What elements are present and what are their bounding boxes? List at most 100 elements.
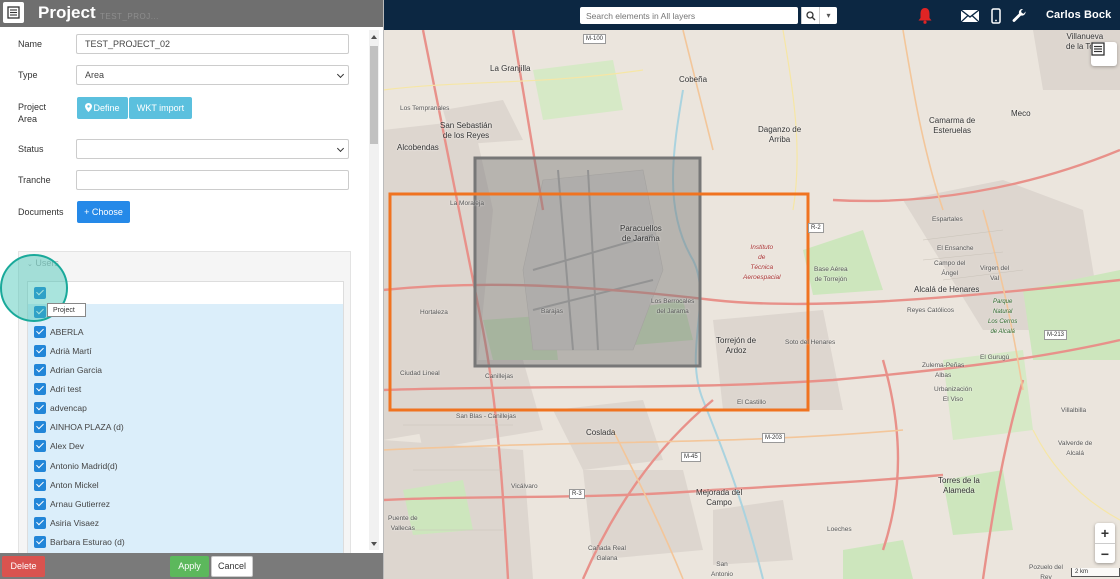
scrollbar-thumb[interactable] xyxy=(370,46,378,144)
user-row[interactable]: Anton Mickel xyxy=(34,475,99,494)
apply-button[interactable]: Apply xyxy=(170,556,209,577)
user-name[interactable]: Carlos Bock xyxy=(1046,9,1111,21)
map-label-torrejon: Torrejón de Ardoz xyxy=(716,336,757,355)
user-name-label: Alex Dev xyxy=(50,440,85,451)
map-label-parque-natural: Parque Natural Los Cerros de Alcalá xyxy=(988,299,1018,335)
user-row[interactable]: Barbara Esturao (d) xyxy=(34,532,125,551)
choose-documents-button[interactable]: + Choose xyxy=(77,201,130,223)
wrench-icon xyxy=(1012,8,1026,22)
road-shield: R-2 xyxy=(808,223,824,233)
map-label-los-berrocales: Los Berrocales del Jarama xyxy=(651,298,695,315)
users-section: ⌄ Users ABERLA Adrià Martí Adrian Garcia… xyxy=(18,251,351,555)
search-input[interactable] xyxy=(580,7,794,24)
map-label-san-blas: San Blas - Canillejas xyxy=(456,413,516,420)
zoom-control: + − xyxy=(1095,523,1115,563)
panel-scrollbar[interactable] xyxy=(369,30,379,550)
map-label-camarma: Camarma de Esteruelas xyxy=(929,116,976,135)
map-label-cobena: Cobeña xyxy=(679,75,708,84)
mobile-button[interactable] xyxy=(990,6,1002,25)
top-bar: ▾ Carlos Bock xyxy=(383,0,1120,30)
project-area-label: Project Area xyxy=(18,101,46,125)
documents-label: Documents xyxy=(18,207,64,217)
map-label-hortaleza: Hortaleza xyxy=(420,309,448,316)
map-label-instituto: Instituto de Técnica Aeroespacial xyxy=(743,244,781,281)
user-row[interactable]: Antonio Madrid(d) xyxy=(34,456,118,475)
map-label-base-aerea: Base Aérea de Torrejón xyxy=(814,266,848,283)
checkbox-icon xyxy=(34,363,46,376)
map-label-el-gurugu: El Gurugú xyxy=(980,354,1010,361)
search-button[interactable] xyxy=(801,7,820,24)
settings-button[interactable] xyxy=(1011,6,1027,25)
user-row[interactable]: Arnau Gutierrez xyxy=(34,494,110,513)
checkbox-icon xyxy=(34,516,46,529)
user-name-label: Asiria Visaez xyxy=(50,517,99,528)
layers-toggle-button[interactable] xyxy=(1091,42,1117,66)
search-layer-dropdown[interactable]: ▾ xyxy=(819,7,837,24)
user-row[interactable]: Alex Dev xyxy=(34,436,84,455)
name-input[interactable]: TEST_PROJECT_02 xyxy=(76,34,349,54)
bell-icon xyxy=(918,8,932,24)
scroll-up-arrow[interactable] xyxy=(371,35,377,39)
define-label: Define xyxy=(93,103,120,113)
user-name-label: ABERLA xyxy=(50,326,84,337)
delete-button[interactable]: Delete xyxy=(2,556,45,577)
user-name-label: advencap xyxy=(50,402,87,413)
define-area-button[interactable]: Define xyxy=(77,97,128,119)
user-row[interactable]: Adrià Martí xyxy=(34,341,92,360)
type-select[interactable]: Area xyxy=(76,65,349,85)
map-label-soto: Soto del Henares xyxy=(785,339,836,346)
panel-title: Project xyxy=(38,3,96,22)
map-label-puente-de-vallecas: Puente de Vallecas xyxy=(388,515,418,532)
mail-icon xyxy=(960,8,980,22)
tranche-input[interactable] xyxy=(76,170,349,190)
user-name-label: Arnau Gutierrez xyxy=(50,498,110,509)
messages-button[interactable] xyxy=(960,6,980,25)
wkt-import-button[interactable]: WKT import xyxy=(129,97,192,119)
alerts-button[interactable] xyxy=(916,6,934,25)
map-label-campo-del-angel: Campo del Ángel xyxy=(934,260,966,277)
panel-subtitle: TEST_PROJ... xyxy=(100,12,159,21)
tooltip: Project xyxy=(47,303,86,317)
road-shield: M-100 xyxy=(583,34,607,44)
user-row[interactable]: Asiria Visaez xyxy=(34,513,99,532)
checkbox-icon xyxy=(34,497,46,510)
road-shield: M-203 xyxy=(762,433,786,443)
users-scroll-area[interactable]: ABERLA Adrià Martí Adrian Garcia Adri te… xyxy=(28,304,343,555)
checkbox-icon xyxy=(34,535,46,548)
user-row[interactable]: AINHOA PLAZA (d) xyxy=(34,417,124,436)
map-label-la-moraleja: La Moraleja xyxy=(450,200,484,207)
map-label-pozuelo: Pozuelo del Rey xyxy=(1029,564,1063,579)
map-label-daganzo: Daganzo de Arriba xyxy=(758,125,802,144)
user-row[interactable]: advencap xyxy=(34,398,87,417)
zoom-in-button[interactable]: + xyxy=(1095,523,1115,543)
user-row[interactable]: ABERLA xyxy=(34,322,84,341)
panel-header: Project TEST_PROJ... xyxy=(0,0,383,27)
map-label-alcala: Alcalá de Henares xyxy=(914,285,980,294)
map-label-zulema: Zulema-Peñas Albas xyxy=(922,362,965,379)
project-panel: Project TEST_PROJ... Name TEST_PROJECT_0… xyxy=(0,0,384,579)
map-label-el-ensanche: El Ensanche xyxy=(937,245,974,252)
cancel-button[interactable]: Cancel xyxy=(211,556,253,577)
panel-menu-button[interactable] xyxy=(3,2,24,23)
status-select[interactable] xyxy=(76,139,349,159)
name-label: Name xyxy=(18,39,43,49)
map-label-la-granjilla: La Granjilla xyxy=(490,64,531,73)
map-label-virgen-del-val: Virgen del Val xyxy=(980,265,1010,282)
checkbox-icon xyxy=(34,478,46,491)
scroll-down-arrow[interactable] xyxy=(371,542,377,546)
search-box xyxy=(580,7,798,24)
caret-down-icon: ▾ xyxy=(826,11,831,20)
map-label-meco: Meco xyxy=(1011,109,1031,118)
project-area-polygon xyxy=(473,156,702,368)
map-view[interactable]: Villanueva de la Torre La Granjilla Cobeñ… xyxy=(383,30,1120,579)
user-name-label: Antonio Madrid(d) xyxy=(50,460,118,471)
user-name-label: AINHOA PLAZA (d) xyxy=(50,421,124,432)
zoom-out-button[interactable]: − xyxy=(1095,543,1115,564)
user-row[interactable]: Adrian Garcia xyxy=(34,360,102,379)
map-label-los-tempranales: Los Tempranales xyxy=(400,105,450,112)
tranche-label: Tranche xyxy=(18,175,51,185)
user-row[interactable]: Adri test xyxy=(34,379,81,398)
user-name-label: Barbara Esturao (d) xyxy=(50,536,125,547)
user-name-label: Adrian Garcia xyxy=(50,364,102,375)
checkbox-icon xyxy=(34,344,46,357)
